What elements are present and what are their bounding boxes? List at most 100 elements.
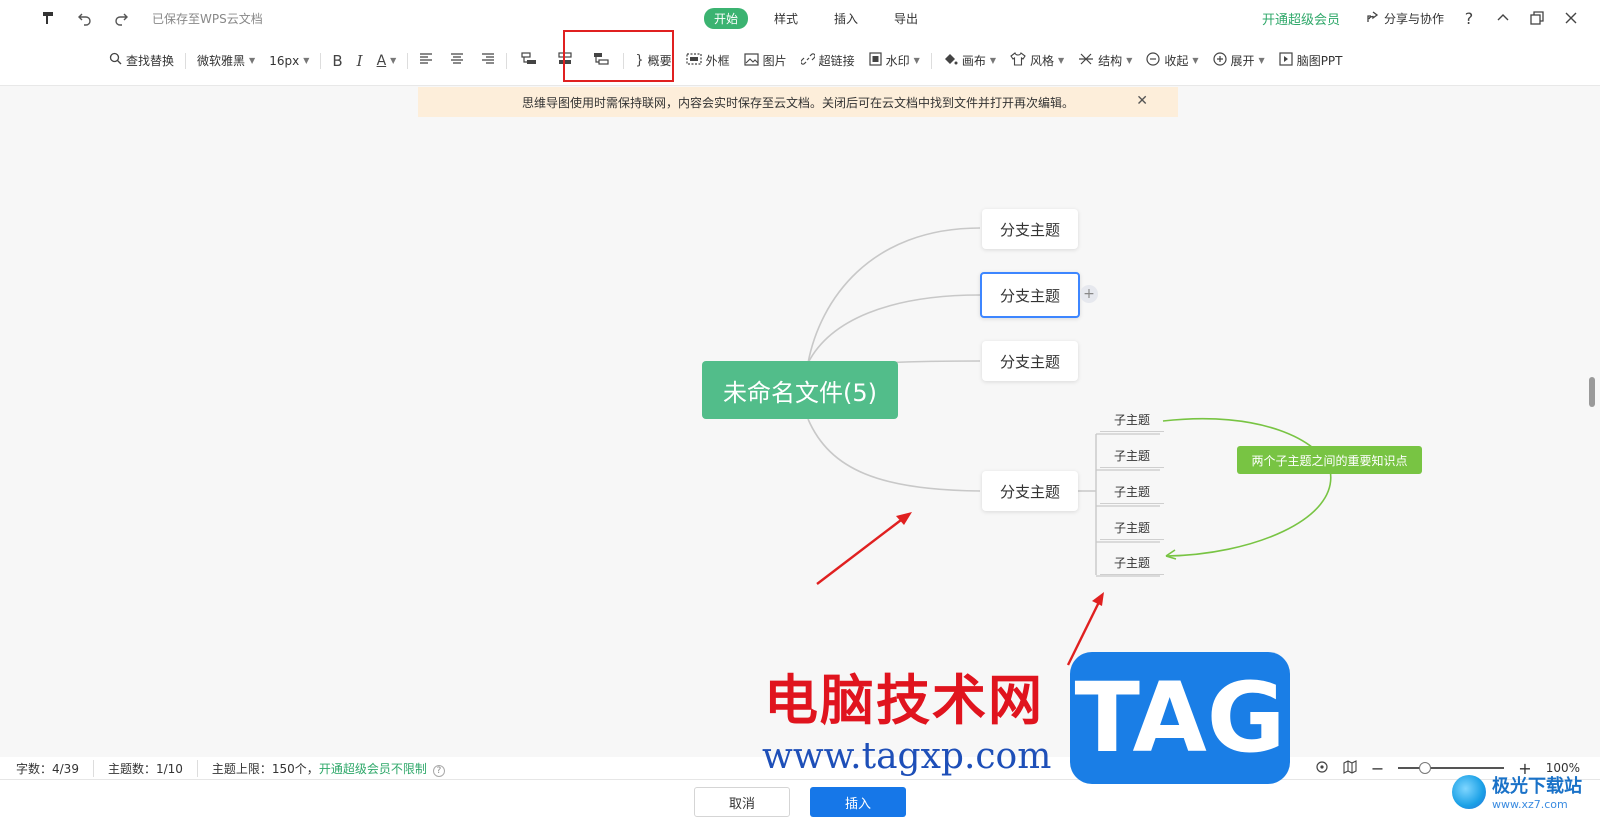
collapse-up-icon[interactable]	[1494, 9, 1512, 27]
site-watermark: 电脑技术网 www.tagxp.com TAG	[748, 652, 1300, 788]
italic-button[interactable]: I	[350, 47, 370, 75]
paint-bucket-icon	[943, 52, 958, 69]
tab-insert[interactable]: 插入	[824, 8, 868, 29]
branch-topic[interactable]: 分支主题	[982, 209, 1078, 249]
close-icon[interactable]: ✕	[1136, 93, 1148, 109]
align-left-button[interactable]	[412, 47, 442, 75]
subtopic[interactable]: 子主题	[1100, 444, 1164, 468]
watermark-button[interactable]: 水印 ▼	[862, 47, 927, 75]
watermark-tag-logo: TAG	[1070, 652, 1290, 784]
root-topic[interactable]: 未命名文件(5)	[702, 361, 898, 419]
insert-child-topic-button[interactable]	[511, 47, 547, 75]
align-center-button[interactable]	[442, 47, 472, 75]
structure-button[interactable]: 结构 ▼	[1071, 47, 1139, 75]
collapse-label: 收起	[1164, 54, 1189, 68]
align-right-button[interactable]	[472, 47, 502, 75]
bold-button[interactable]: B	[325, 47, 349, 75]
restore-window-icon[interactable]	[1528, 9, 1546, 27]
find-replace-button[interactable]: 查找替换	[102, 47, 181, 75]
outer-frame-button[interactable]: 外框	[679, 47, 737, 75]
collapse-button[interactable]: 收起 ▼	[1139, 47, 1205, 75]
font-size-select[interactable]: 16px ▼	[262, 47, 316, 75]
zoom-out-icon[interactable]: −	[1371, 759, 1384, 778]
chevron-down-icon: ▼	[913, 56, 920, 65]
notice-text: 思维导图使用时需保持联网，内容会实时保存至云文档。关闭后可在云文档中找到文件并打…	[521, 95, 1074, 110]
theme-style-button[interactable]: 风格 ▼	[1003, 47, 1071, 75]
image-label: 图片	[762, 54, 787, 68]
topic-limit-text: 主题上限：150个，	[211, 761, 319, 776]
image-button[interactable]: 图片	[737, 47, 794, 75]
canvas-label: 画布	[961, 54, 986, 68]
align-center-icon	[449, 52, 465, 69]
chevron-down-icon: ▼	[1192, 56, 1199, 65]
branch-topic-selected[interactable]: 分支主题	[980, 272, 1080, 318]
image-icon	[744, 52, 759, 69]
tab-start[interactable]: 开始	[704, 8, 749, 29]
chevron-down-icon: ▼	[1058, 56, 1065, 65]
find-replace-label: 查找替换	[126, 54, 175, 68]
subtopic[interactable]: 子主题	[1100, 551, 1164, 575]
insert-parent-topic-button[interactable]	[583, 47, 619, 75]
subtopic[interactable]: 子主题	[1100, 480, 1164, 504]
align-right-icon	[479, 52, 495, 69]
tab-export[interactable]: 导出	[884, 8, 928, 29]
shirt-icon	[1010, 52, 1026, 69]
locate-icon[interactable]	[1315, 760, 1329, 777]
expand-button[interactable]: 展开 ▼	[1206, 47, 1272, 75]
add-topic-icon[interactable]: +	[1080, 285, 1098, 303]
mindmap-ppt-button[interactable]: 脑图PPT	[1272, 47, 1350, 75]
tab-style[interactable]: 样式	[764, 8, 808, 29]
brace-icon: }	[635, 53, 644, 68]
logo-url: www.xz7.com	[1492, 798, 1568, 811]
cancel-button[interactable]: 取消	[694, 787, 790, 817]
vertical-scrollbar[interactable]	[1589, 377, 1595, 407]
close-window-icon[interactable]	[1562, 9, 1580, 27]
redo-icon[interactable]	[112, 9, 130, 27]
help-icon[interactable]: ?	[1460, 9, 1478, 28]
notice-banner: 思维导图使用时需保持联网，内容会实时保存至云文档。关闭后可在云文档中找到文件并打…	[418, 87, 1178, 117]
frame-icon	[686, 53, 702, 68]
help-circle-icon[interactable]: ?	[432, 764, 445, 777]
relation-label[interactable]: 两个子主题之间的重要知识点	[1237, 446, 1422, 474]
topic-limit: 主题上限：150个，开通超级会员不限制?	[212, 760, 459, 777]
presentation-icon	[1279, 52, 1293, 69]
branch-topic[interactable]: 分支主题	[982, 341, 1078, 381]
vip-link[interactable]: 开通超级会员	[1262, 9, 1340, 28]
zoom-slider[interactable]	[1398, 762, 1505, 774]
undo-icon[interactable]	[76, 9, 94, 27]
font-color-icon: A	[376, 52, 387, 69]
toolbar-divider	[623, 52, 625, 69]
top-bar: 已保存至WPS云文档 开始 样式 插入 导出 开通超级会员 分享与协作 ?	[0, 0, 1600, 36]
share-label: 分享与协作	[1383, 11, 1444, 26]
font-color-button[interactable]: A ▼	[370, 47, 404, 75]
subtopic[interactable]: 子主题	[1100, 408, 1164, 432]
canvas-button[interactable]: 画布 ▼	[936, 47, 1003, 75]
minus-circle-icon	[1146, 52, 1160, 69]
zoom-slider-knob[interactable]	[1419, 762, 1432, 774]
font-family-select[interactable]: 微软雅黑 ▼	[190, 47, 262, 75]
insert-sibling-topic-button[interactable]	[547, 47, 583, 75]
align-left-icon	[419, 52, 435, 69]
toolbar-divider	[930, 52, 932, 69]
search-icon	[109, 52, 122, 69]
format-painter-icon[interactable]	[40, 9, 58, 27]
share-button[interactable]: 分享与协作	[1366, 10, 1444, 27]
toolbar-divider	[185, 52, 187, 69]
subtopic[interactable]: 子主题	[1100, 516, 1164, 540]
hyperlink-button[interactable]: 超链接	[794, 47, 862, 75]
summary-label: 概要	[647, 54, 672, 68]
hyperlink-label: 超链接	[818, 54, 855, 68]
insert-button[interactable]: 插入	[810, 787, 906, 817]
bold-icon: B	[332, 51, 343, 70]
chevron-down-icon: ▼	[249, 56, 256, 65]
summary-button[interactable]: } 概要	[628, 47, 678, 75]
branch-topic[interactable]: 分支主题	[982, 471, 1078, 511]
toolbar-divider	[506, 52, 508, 69]
link-icon	[799, 52, 816, 69]
map-icon[interactable]	[1343, 759, 1357, 777]
vip-unlimited-link[interactable]: 开通超级会员不限制	[319, 762, 427, 776]
chevron-down-icon: ▼	[989, 56, 996, 65]
watermark-icon	[869, 52, 882, 69]
theme-style-label: 风格	[1030, 54, 1055, 68]
font-size-value: 16px	[269, 53, 300, 68]
